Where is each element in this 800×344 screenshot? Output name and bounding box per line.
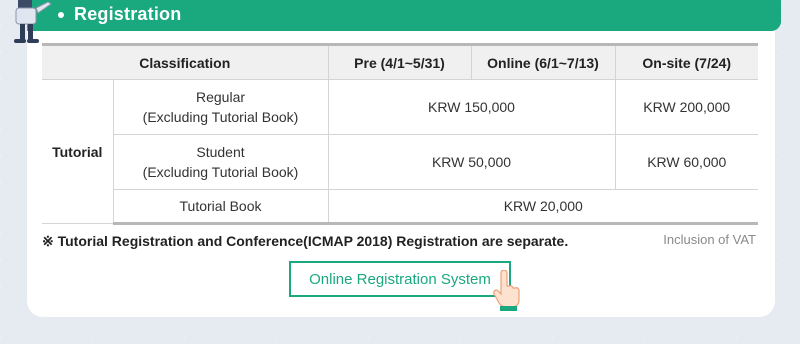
price-onsite: KRW 60,000 bbox=[614, 134, 758, 190]
pointing-hand-icon bbox=[493, 270, 520, 311]
vat-note: Inclusion of VAT bbox=[663, 232, 756, 247]
section-title-text: Registration bbox=[74, 4, 182, 24]
table-row: Tutorial Regular (Excluding Tutorial Boo… bbox=[42, 79, 758, 224]
table-row: Tutorial Book KRW 20,000 bbox=[42, 189, 758, 225]
separate-registration-note: ※ Tutorial Registration and Conference(I… bbox=[42, 233, 569, 249]
row-name-detail: (Excluding Tutorial Book) bbox=[142, 164, 299, 180]
table-row: Student (Excluding Tutorial Book) KRW 50… bbox=[42, 134, 758, 190]
person-mascot-icon bbox=[14, 0, 52, 43]
price-all-periods: KRW 20,000 bbox=[327, 189, 758, 225]
row-group-label: Tutorial bbox=[42, 79, 114, 224]
column-header-classification: Classification bbox=[42, 43, 329, 80]
online-registration-button[interactable]: Online Registration System bbox=[289, 261, 511, 297]
row-name-detail: (Excluding Tutorial Book) bbox=[142, 109, 299, 125]
row-name: Student bbox=[196, 144, 245, 160]
row-name: Tutorial Book bbox=[113, 189, 329, 225]
price-onsite: KRW 200,000 bbox=[614, 79, 758, 135]
row-name-cell: Student (Excluding Tutorial Book) bbox=[113, 134, 329, 190]
column-header-online: Online (6/1~7/13) bbox=[470, 43, 616, 80]
row-name: Regular bbox=[195, 89, 246, 105]
column-header-onsite: On-site (7/24) bbox=[614, 43, 758, 80]
column-header-pre: Pre (4/1~5/31) bbox=[327, 43, 472, 80]
section-title: Registration bbox=[58, 4, 181, 25]
row-name-cell: Regular (Excluding Tutorial Book) bbox=[112, 79, 329, 135]
price-pre-online: KRW 50,000 bbox=[327, 134, 616, 190]
price-pre-online: KRW 150,000 bbox=[327, 79, 616, 135]
table-header-row: Classification Pre (4/1~5/31) Online (6/… bbox=[42, 43, 758, 80]
bullet-dot-icon bbox=[58, 11, 64, 18]
registration-fee-table: Classification Pre (4/1~5/31) Online (6/… bbox=[42, 43, 758, 225]
